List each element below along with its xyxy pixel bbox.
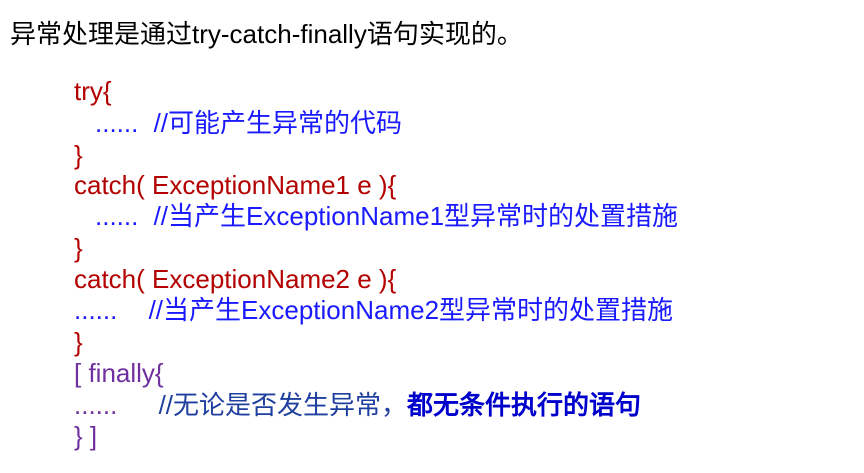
try-close: } <box>74 140 83 170</box>
finally-comment-a: //无论是否发生异常， <box>158 390 408 420</box>
finally-dots: ...... <box>74 390 118 420</box>
finally-close: } ] <box>74 421 98 451</box>
catch2-comment-a: //当产生 <box>148 295 242 325</box>
try-body-comment: //可能产生异常的代码 <box>153 108 403 138</box>
try-body-dots: ...... <box>95 108 139 138</box>
finally-open: [ finally{ <box>74 358 164 388</box>
catch1-body-line: ...... //当产生ExceptionName1型异常时的处置措施 <box>95 201 678 231</box>
catch2-comment-c: 型异常时的处置措施 <box>439 295 674 325</box>
catch1-close: } <box>74 233 83 263</box>
try-body-line: ...... //可能产生异常的代码 <box>95 108 402 138</box>
finally-body-line: ...... //无论是否发生异常，都无条件执行的语句 <box>74 390 641 420</box>
code-block: try{ ...... //可能产生异常的代码 } catch( Excepti… <box>0 0 864 473</box>
catch2-close: } <box>74 327 83 357</box>
catch2-body-line: ...... //当产生ExceptionName2型异常时的处置措施 <box>74 295 673 325</box>
catch1-comment-b: ExceptionName1 <box>246 201 445 231</box>
catch1-comment-a: //当产生 <box>153 201 247 231</box>
finally-comment-b: 都无条件执行的语句 <box>407 390 642 420</box>
catch1-dots: ...... <box>95 201 139 231</box>
catch1-open: catch( ExceptionName1 e ){ <box>74 170 397 200</box>
catch2-dots: ...... <box>74 295 118 325</box>
catch2-comment-b: ExceptionName2 <box>241 295 440 325</box>
catch1-comment-c: 型异常时的处置措施 <box>444 201 679 231</box>
catch2-open: catch( ExceptionName2 e ){ <box>74 264 397 294</box>
try-open: try{ <box>74 76 112 106</box>
